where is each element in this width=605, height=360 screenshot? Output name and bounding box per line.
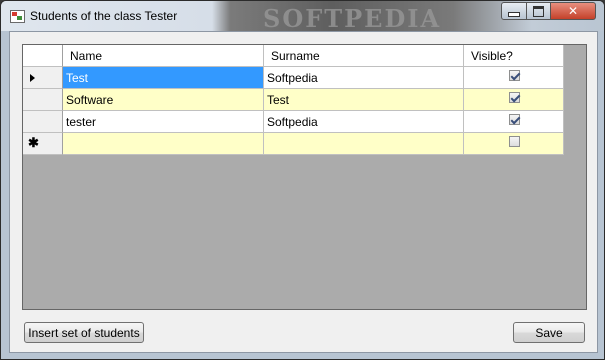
- window-title: Students of the class Tester: [30, 9, 178, 23]
- new-row-asterisk-icon: ✱: [28, 135, 39, 150]
- row-header[interactable]: [23, 111, 63, 133]
- table-row[interactable]: Software Test: [23, 89, 564, 111]
- minimize-icon: [508, 11, 520, 17]
- maximize-icon: [533, 5, 544, 17]
- cell-name[interactable]: Test: [63, 67, 264, 89]
- cell-visible[interactable]: [464, 67, 564, 89]
- softpedia-watermark: SOFTPEDIA: [263, 4, 442, 33]
- window-client-area: Name Surname Visible? Test Softpedia Sof…: [9, 31, 598, 353]
- cell-visible[interactable]: [464, 89, 564, 111]
- cell-surname[interactable]: Softpedia: [264, 67, 464, 89]
- visible-checkbox[interactable]: [508, 136, 520, 147]
- table-row[interactable]: Test Softpedia: [23, 67, 564, 89]
- grid-header-row: Name Surname Visible?: [23, 45, 564, 67]
- column-header-visible[interactable]: Visible?: [464, 45, 564, 67]
- insert-students-button[interactable]: Insert set of students: [24, 322, 144, 343]
- maximize-button[interactable]: [526, 2, 551, 20]
- main-window: Students of the class Tester SOFTPEDIA ✕…: [0, 0, 605, 360]
- title-bar[interactable]: Students of the class Tester SOFTPEDIA ✕: [1, 1, 604, 33]
- close-button[interactable]: ✕: [550, 2, 596, 20]
- save-button[interactable]: Save: [513, 322, 585, 343]
- window-bottom-border: [1, 353, 604, 359]
- cell-surname[interactable]: Softpedia: [264, 111, 464, 133]
- cell-visible[interactable]: [464, 133, 564, 155]
- cell-name[interactable]: Software: [63, 89, 264, 111]
- cell-surname[interactable]: Test: [264, 89, 464, 111]
- cell-name[interactable]: [63, 133, 264, 155]
- minimize-button[interactable]: [501, 2, 527, 20]
- row-header[interactable]: [23, 67, 63, 89]
- close-icon: ✕: [567, 4, 579, 18]
- table-row[interactable]: tester Softpedia: [23, 111, 564, 133]
- row-header[interactable]: [23, 89, 63, 111]
- column-header-surname[interactable]: Surname: [264, 45, 464, 67]
- students-data-grid[interactable]: Name Surname Visible? Test Softpedia Sof…: [22, 44, 587, 310]
- column-header-name[interactable]: Name: [63, 45, 264, 67]
- new-row[interactable]: ✱: [23, 133, 564, 155]
- cell-visible[interactable]: [464, 111, 564, 133]
- current-row-arrow-icon: [30, 74, 35, 82]
- row-header-corner[interactable]: [23, 45, 63, 67]
- visible-checkbox[interactable]: [508, 70, 520, 81]
- visible-checkbox[interactable]: [508, 114, 520, 125]
- visible-checkbox[interactable]: [508, 92, 520, 103]
- app-icon: [10, 10, 25, 23]
- cell-name[interactable]: tester: [63, 111, 264, 133]
- row-header[interactable]: ✱: [23, 133, 63, 155]
- cell-surname[interactable]: [264, 133, 464, 155]
